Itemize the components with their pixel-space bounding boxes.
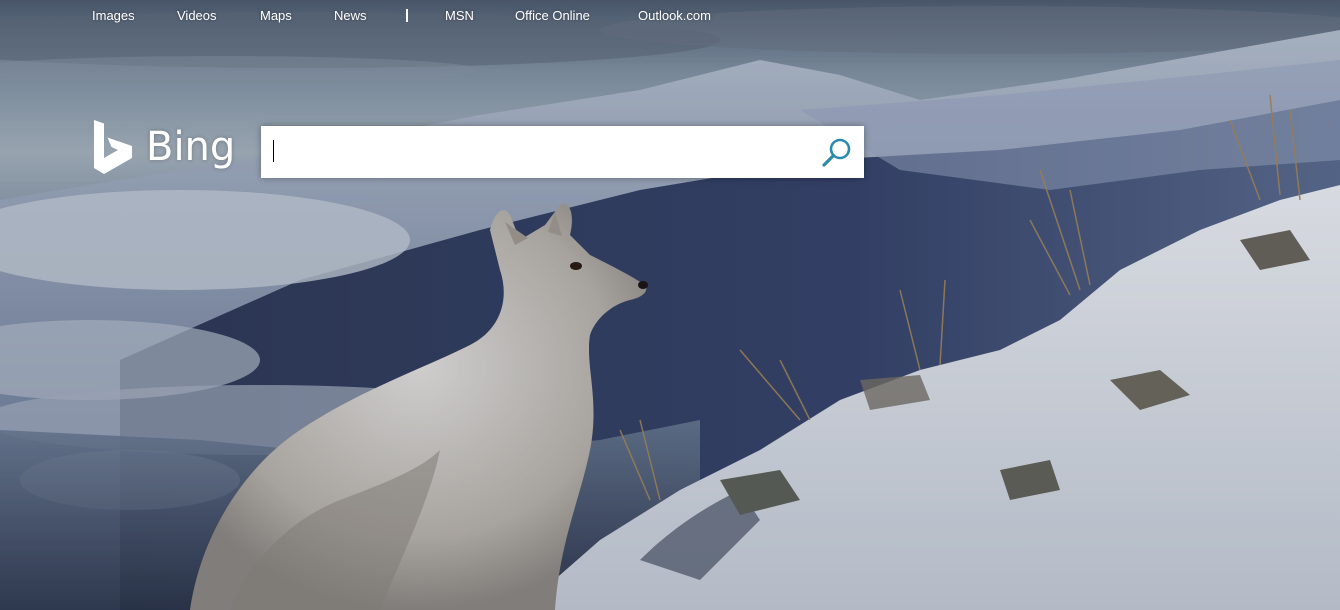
search-icon bbox=[822, 138, 851, 167]
nav-link-outlook[interactable]: Outlook.com bbox=[638, 8, 711, 23]
nav-link-videos[interactable]: Videos bbox=[177, 8, 217, 23]
search-button[interactable] bbox=[817, 134, 857, 170]
search-input[interactable] bbox=[271, 136, 815, 170]
bing-homepage: Images Videos Maps News MSN Office Onlin… bbox=[0, 0, 1340, 610]
nav-link-office-online[interactable]: Office Online bbox=[515, 8, 590, 23]
top-navigation: Images Videos Maps News MSN Office Onlin… bbox=[0, 0, 1340, 32]
background-image bbox=[0, 0, 1340, 610]
nav-link-images[interactable]: Images bbox=[92, 8, 135, 23]
bing-logo-text: Bing bbox=[146, 124, 236, 170]
nav-link-msn[interactable]: MSN bbox=[445, 8, 474, 23]
bing-b-icon bbox=[94, 120, 132, 174]
nav-link-news[interactable]: News bbox=[334, 8, 367, 23]
nav-separator bbox=[406, 9, 408, 22]
search-box bbox=[261, 126, 864, 178]
nav-link-maps[interactable]: Maps bbox=[260, 8, 292, 23]
text-caret bbox=[273, 140, 274, 162]
bing-logo[interactable]: Bing bbox=[92, 118, 242, 176]
